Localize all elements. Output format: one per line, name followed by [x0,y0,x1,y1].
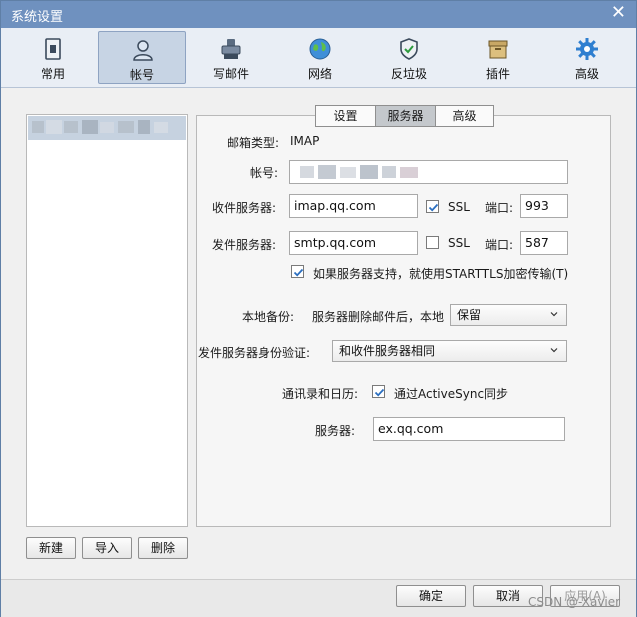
title-bar: 系统设置 ✕ [1,1,636,28]
chevron-down-icon [550,348,558,353]
redacted-pixel [118,121,134,133]
general-icon [45,38,61,60]
account-list-item-selected[interactable] [28,116,186,140]
redacted-pixel [400,167,418,178]
import-account-button[interactable]: 导入 [82,537,132,559]
gear-icon [576,38,598,60]
settings-toolbar: 常用 帐号 写邮件 网络 反垃圾 插件 高级 [1,28,636,88]
activesync-label: 通过ActiveSync同步 [394,387,509,401]
toolbar-item-label: 网络 [307,67,332,81]
outgoing-ssl-label: SSL [448,236,470,250]
ok-button[interactable]: 确定 [396,585,466,607]
starttls-checkbox[interactable] [291,265,304,278]
toolbar-item-plugin[interactable]: 插件 [454,31,542,84]
redacted-pixel [154,122,168,133]
toolbar-item-label: 常用 [40,67,65,81]
outgoing-auth-label: 发件服务器身份验证: [198,346,311,360]
delete-account-button[interactable]: 删除 [138,537,188,559]
activesync-checkbox[interactable] [372,385,385,398]
toolbar-item-label: 高级 [574,67,599,81]
account-list[interactable] [26,114,188,527]
redacted-pixel [340,167,356,178]
account-icon [133,40,153,61]
toolbar-item-advanced[interactable]: 高级 [543,31,631,84]
toolbar-item-antispam[interactable]: 反垃圾 [365,31,453,84]
window-title: 系统设置 [11,10,64,25]
toolbar-item-label: 写邮件 [212,67,249,81]
redacted-pixel [138,120,150,134]
toolbar-item-account[interactable]: 帐号 [98,31,186,84]
toolbar-item-general[interactable]: 常用 [9,31,97,84]
plugin-box-icon [488,40,508,59]
sync-server-label: 服务器: [315,424,356,438]
tab-advanced[interactable]: 高级 [435,106,493,126]
outgoing-auth-select[interactable]: 和收件服务器相同 [332,340,567,362]
incoming-ssl-label: SSL [448,200,470,214]
incoming-port-label: 端口: [485,201,514,215]
new-account-button[interactable]: 新建 [26,537,76,559]
tab-server[interactable]: 服务器 [375,106,435,126]
mailbox-type-value: IMAP [290,134,320,148]
toolbar-item-label: 帐号 [129,68,154,82]
settings-window: 系统设置 ✕ 常用 帐号 写邮件 网络 反垃圾 插件 高级 新建 导入 删除 设… [0,0,637,617]
outgoing-server-label: 发件服务器: [212,238,277,252]
toolbar-item-network[interactable]: 网络 [276,31,364,84]
outgoing-auth-select-value: 和收件服务器相同 [339,344,436,358]
redacted-pixel [64,121,78,133]
redacted-pixel [100,122,114,133]
redacted-pixel [382,166,396,178]
network-icon [309,38,331,60]
sync-server-field[interactable]: ex.qq.com [373,417,565,441]
account-field[interactable] [289,160,568,184]
redacted-pixel [300,166,314,178]
toolbar-item-compose[interactable]: 写邮件 [187,31,275,84]
toolbar-item-label: 反垃圾 [390,67,427,81]
close-icon[interactable]: ✕ [611,3,626,23]
toolbar-item-label: 插件 [485,67,510,81]
outgoing-port-field[interactable]: 587 [520,231,568,255]
local-backup-select[interactable]: 保留 [450,304,567,326]
account-label: 帐号: [250,166,279,180]
incoming-port-field[interactable]: 993 [520,194,568,218]
mailbox-type-label: 邮箱类型: [227,136,280,150]
redacted-pixel [32,121,44,133]
redacted-pixel [318,165,336,179]
tab-settings[interactable]: 设置 [316,106,375,126]
compose-icon [221,39,241,59]
outgoing-ssl-checkbox[interactable] [426,236,439,249]
incoming-ssl-checkbox[interactable] [426,200,439,213]
incoming-server-label: 收件服务器: [212,201,277,215]
settings-tabs: 设置 服务器 高级 [315,105,494,127]
watermark-text: CSDN @-Xavier [528,595,621,609]
check-icon [428,203,439,212]
outgoing-server-field[interactable]: smtp.qq.com [289,231,418,255]
redacted-pixel [46,120,62,134]
outgoing-port-label: 端口: [485,238,514,252]
contacts-calendar-label: 通讯录和日历: [282,387,359,401]
local-backup-description: 服务器删除邮件后，本地 [312,310,445,324]
check-icon [374,388,385,397]
local-backup-select-value: 保留 [457,308,482,322]
starttls-label: 如果服务器支持，就使用STARTTLS加密传输(T) [313,267,569,281]
chevron-down-icon [550,312,558,317]
local-backup-label: 本地备份: [242,310,295,324]
redacted-pixel [82,120,98,134]
redacted-pixel [360,165,378,179]
check-icon [293,268,304,277]
incoming-server-field[interactable]: imap.qq.com [289,194,418,218]
antispam-shield-icon [400,38,418,60]
